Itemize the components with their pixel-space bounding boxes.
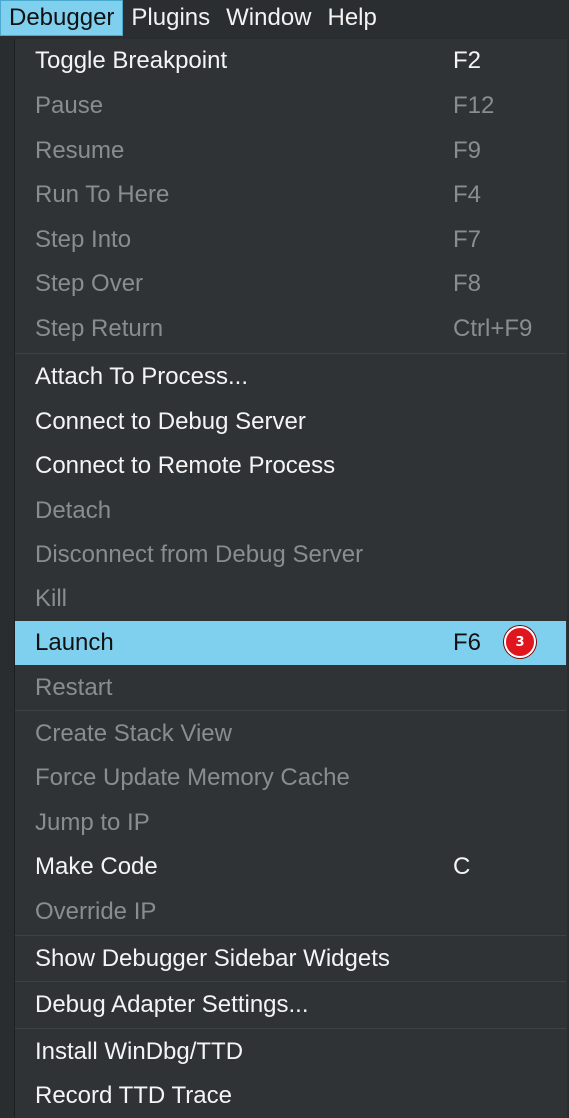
menu-item-create-stack-view[interactable]: Create Stack View <box>15 712 566 756</box>
menu-item-label: Restart <box>35 674 113 701</box>
menu-item-label: Show Debugger Sidebar Widgets <box>35 945 390 972</box>
menu-item-label: Connect to Remote Process <box>35 452 336 479</box>
menu-item-label: Attach To Process... <box>35 363 248 390</box>
menu-item-label: Force Update Memory Cache <box>35 764 350 791</box>
menu-item-make-code[interactable]: Make Code C <box>15 845 566 889</box>
menu-item-label: Create Stack View <box>35 720 232 747</box>
menu-item-label: Kill <box>35 585 68 612</box>
menu-item-label: Launch <box>35 629 114 656</box>
menu-item-run-to-here[interactable]: Run To Here F4 <box>15 173 566 217</box>
menu-bar: Debugger Plugins Window Help <box>0 0 569 37</box>
menu-item-label: Run To Here <box>35 181 170 208</box>
menu-item-resume[interactable]: Resume F9 <box>15 129 566 173</box>
menu-help[interactable]: Help <box>320 0 385 36</box>
menu-separator <box>15 710 566 711</box>
menu-item-step-over[interactable]: Step Over F8 <box>15 262 566 306</box>
menu-separator <box>15 353 566 354</box>
menu-item-shortcut: Ctrl+F9 <box>453 315 533 342</box>
menu-item-label: Install WinDbg/TTD <box>35 1038 244 1065</box>
menu-item-label: Step Over <box>35 270 144 297</box>
menu-item-shortcut: F6 <box>453 629 482 656</box>
menu-item-label: Override IP <box>35 898 157 925</box>
menu-item-connect-debug-server[interactable]: Connect to Debug Server <box>15 400 566 444</box>
menu-item-shortcut: F9 <box>453 137 482 164</box>
menu-item-kill[interactable]: Kill <box>15 577 566 621</box>
menu-item-jump-to-ip[interactable]: Jump to IP <box>15 801 566 845</box>
menu-item-disconnect-debug-server[interactable]: Disconnect from Debug Server <box>15 533 566 577</box>
menu-separator <box>15 935 566 936</box>
menu-item-attach-to-process[interactable]: Attach To Process... <box>15 355 566 399</box>
menu-item-shortcut: F2 <box>453 47 482 74</box>
menu-item-override-ip[interactable]: Override IP <box>15 890 566 934</box>
menu-item-install-windbg-ttd[interactable]: Install WinDbg/TTD <box>15 1030 566 1074</box>
menu-item-shortcut: F8 <box>453 270 482 297</box>
menu-item-debug-adapter-settings[interactable]: Debug Adapter Settings... <box>15 983 566 1027</box>
menu-item-label: Pause <box>35 92 104 119</box>
menu-plugins[interactable]: Plugins <box>123 0 218 36</box>
menu-item-step-return[interactable]: Step Return Ctrl+F9 <box>15 307 566 351</box>
debugger-dropdown-menu: Toggle Breakpoint F2 Pause F12 Resume F9… <box>14 39 567 1118</box>
menu-item-toggle-breakpoint[interactable]: Toggle Breakpoint F2 <box>15 39 566 83</box>
menu-item-label: Disconnect from Debug Server <box>35 541 364 568</box>
menu-item-restart[interactable]: Restart <box>15 666 566 710</box>
menu-window[interactable]: Window <box>218 0 319 36</box>
menu-item-label: Debug Adapter Settings... <box>35 991 309 1018</box>
menu-item-label: Make Code <box>35 853 158 880</box>
menu-item-launch[interactable]: Launch F6 3 <box>15 621 566 665</box>
menu-item-shortcut: F7 <box>453 226 482 253</box>
menu-item-label: Step Into <box>35 226 132 253</box>
menu-item-show-debugger-sidebar-widgets[interactable]: Show Debugger Sidebar Widgets <box>15 937 566 981</box>
menu-item-label: Jump to IP <box>35 809 150 836</box>
menu-item-label: Step Return <box>35 315 164 342</box>
menu-item-label: Resume <box>35 137 125 164</box>
menu-item-record-ttd-trace[interactable]: Record TTD Trace <box>15 1074 566 1118</box>
menu-item-label: Toggle Breakpoint <box>35 47 228 74</box>
menu-item-force-update-memory-cache[interactable]: Force Update Memory Cache <box>15 756 566 800</box>
menu-item-shortcut: C <box>453 853 471 880</box>
menu-item-shortcut: F4 <box>453 181 482 208</box>
menu-item-shortcut: F12 <box>453 92 495 119</box>
menu-item-step-into[interactable]: Step Into F7 <box>15 218 566 262</box>
menu-separator <box>15 1028 566 1029</box>
step-number-badge: 3 <box>504 626 536 658</box>
menu-separator <box>15 981 566 982</box>
menu-item-label: Record TTD Trace <box>35 1082 232 1109</box>
menu-item-detach[interactable]: Detach <box>15 489 566 533</box>
menu-item-pause[interactable]: Pause F12 <box>15 84 566 128</box>
menu-debugger[interactable]: Debugger <box>0 0 124 36</box>
menu-item-connect-remote-process[interactable]: Connect to Remote Process <box>15 444 566 488</box>
menu-item-label: Connect to Debug Server <box>35 408 306 435</box>
menu-item-label: Detach <box>35 497 112 524</box>
